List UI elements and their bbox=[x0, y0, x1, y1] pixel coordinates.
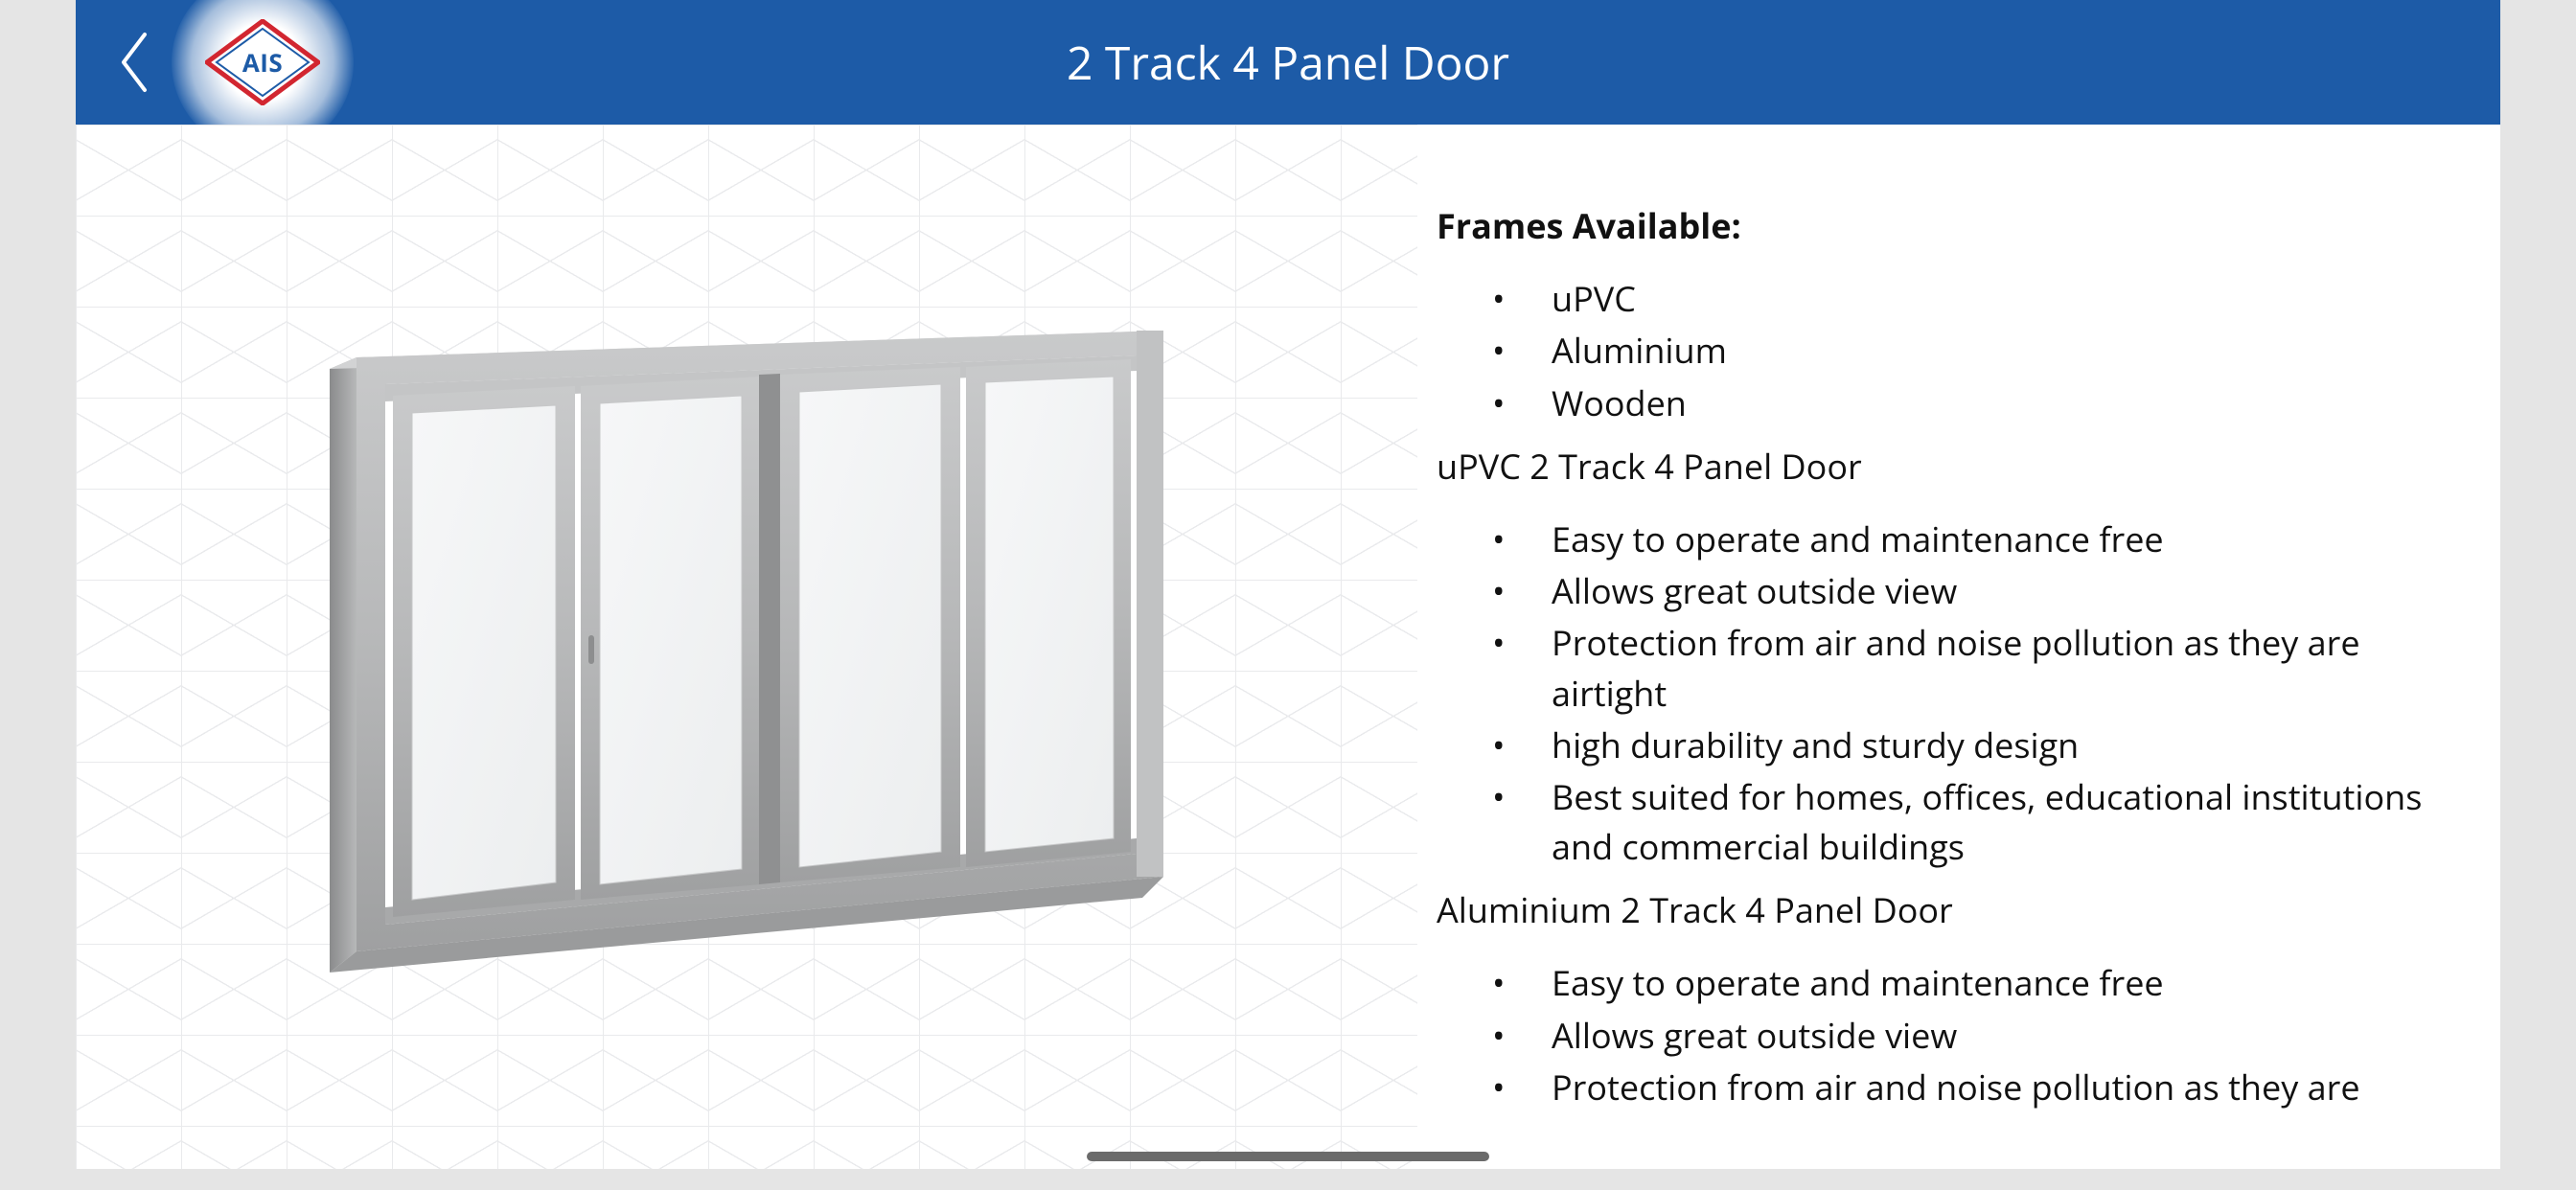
frames-available-heading: Frames Available: bbox=[1437, 201, 2433, 251]
home-indicator[interactable] bbox=[1087, 1152, 1489, 1161]
variant-aluminium-benefits: Easy to operate and maintenance free All… bbox=[1437, 958, 2433, 1112]
header-bar: AIS 2 Track 4 Panel Door bbox=[76, 0, 2500, 125]
list-item: Best suited for homes, offices, educatio… bbox=[1542, 772, 2433, 872]
product-details: Frames Available: uPVC Aluminium Wooden … bbox=[1417, 125, 2500, 1169]
list-item: Wooden bbox=[1542, 378, 2433, 428]
sliding-door-illustration bbox=[301, 302, 1192, 992]
list-item: Protection from air and noise pollution … bbox=[1542, 618, 2433, 718]
list-item: Protection from air and noise pollution … bbox=[1542, 1063, 2433, 1112]
frame-options-list: uPVC Aluminium Wooden bbox=[1437, 274, 2433, 428]
list-item: high durability and sturdy design bbox=[1542, 721, 2433, 770]
list-item: Allows great outside view bbox=[1542, 566, 2433, 616]
variant-heading-aluminium: Aluminium 2 Track 4 Panel Door bbox=[1437, 885, 2433, 935]
content-area: Frames Available: uPVC Aluminium Wooden … bbox=[76, 125, 2500, 1169]
variant-upvc-benefits: Easy to operate and maintenance free All… bbox=[1437, 515, 2433, 872]
list-item: Aluminium bbox=[1542, 326, 2433, 376]
app-frame: AIS 2 Track 4 Panel Door bbox=[76, 0, 2500, 1169]
list-item: uPVC bbox=[1542, 274, 2433, 324]
list-item: Allows great outside view bbox=[1542, 1011, 2433, 1061]
list-item: Easy to operate and maintenance free bbox=[1542, 958, 2433, 1008]
variant-heading-upvc: uPVC 2 Track 4 Panel Door bbox=[1437, 442, 2433, 492]
chevron-left-icon bbox=[116, 29, 150, 96]
list-item: Easy to operate and maintenance free bbox=[1542, 515, 2433, 564]
product-visual bbox=[76, 125, 1417, 1169]
brand-logo: AIS bbox=[191, 0, 334, 125]
brand-logo-text: AIS bbox=[242, 45, 283, 80]
page-title: 2 Track 4 Panel Door bbox=[76, 32, 2500, 94]
